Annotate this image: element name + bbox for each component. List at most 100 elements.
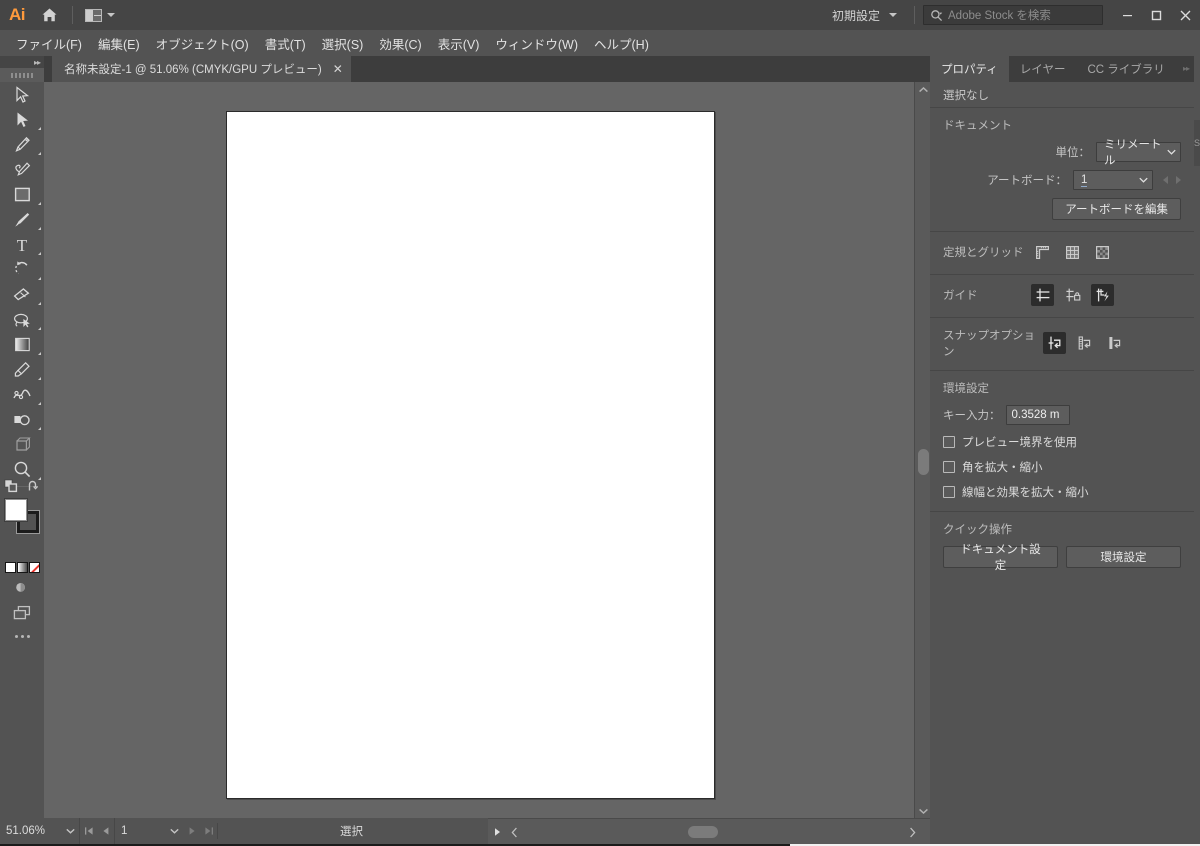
tool-flyout-indicator[interactable] <box>38 327 41 330</box>
horizontal-scrollbar-thumb[interactable] <box>688 826 718 838</box>
minimize-button[interactable] <box>1113 0 1142 30</box>
tab-layers[interactable]: レイヤー <box>1009 56 1077 82</box>
snap-to-grid-button[interactable] <box>1073 332 1096 354</box>
artboard-number-dropdown[interactable] <box>166 818 183 844</box>
document-setup-button[interactable]: ドキュメント設定 <box>943 544 1058 572</box>
screen-mode-button[interactable] <box>0 600 44 625</box>
fill-swatch[interactable] <box>5 499 27 521</box>
paintbrush-tool[interactable] <box>0 207 44 232</box>
no-color-button[interactable] <box>28 561 40 573</box>
maximize-button[interactable] <box>1142 0 1171 30</box>
scale-strokes-effects-checkbox[interactable]: 線幅と効果を拡大・縮小 <box>943 484 1181 500</box>
menu-object[interactable]: オブジェクト(O) <box>148 31 257 56</box>
scroll-left-icon[interactable] <box>506 819 522 845</box>
tool-flyout-indicator[interactable] <box>38 402 41 405</box>
show-transparency-grid-button[interactable] <box>1091 241 1114 263</box>
tool-flyout-indicator[interactable] <box>38 427 41 430</box>
rotate-tool[interactable] <box>0 257 44 282</box>
menu-window[interactable]: ウィンドウ(W) <box>487 31 586 56</box>
document-tab[interactable]: 名称未設定-1 @ 51.06% (CMYK/GPU プレビュー) ✕ <box>52 56 351 82</box>
menu-select[interactable]: 選択(S) <box>314 31 372 56</box>
tool-flyout-indicator[interactable] <box>38 227 41 230</box>
zoom-level-field[interactable]: 51.06% <box>0 818 62 844</box>
eyedropper-tool[interactable] <box>0 357 44 382</box>
scroll-right-icon[interactable] <box>904 819 920 845</box>
menu-edit[interactable]: 編集(E) <box>90 31 148 56</box>
arrange-documents-button[interactable] <box>81 4 119 26</box>
artboard-select[interactable]: 1 <box>1073 170 1153 190</box>
home-icon[interactable] <box>34 0 64 30</box>
flat-color-button[interactable] <box>4 561 16 573</box>
curvature-tool[interactable] <box>0 157 44 182</box>
scroll-up-icon[interactable] <box>915 82 931 97</box>
tool-flyout-indicator[interactable] <box>38 127 41 130</box>
tool-flyout-indicator[interactable] <box>38 377 41 380</box>
menu-type[interactable]: 書式(T) <box>257 31 314 56</box>
tools-panel-grip[interactable] <box>0 68 44 82</box>
scroll-down-icon[interactable] <box>915 803 931 818</box>
menu-help[interactable]: ヘルプ(H) <box>586 31 657 56</box>
prev-artboard-icon[interactable] <box>97 818 114 844</box>
last-artboard-icon[interactable] <box>200 818 217 844</box>
menu-effect[interactable]: 効果(C) <box>371 31 429 56</box>
close-icon[interactable]: ✕ <box>333 63 343 75</box>
prev-arrow-icon[interactable] <box>1163 176 1168 184</box>
blend-tool[interactable] <box>0 382 44 407</box>
direct-selection-tool[interactable] <box>0 107 44 132</box>
canvas-area[interactable] <box>44 82 930 818</box>
next-artboard-icon[interactable] <box>183 818 200 844</box>
lasso-scale-tool[interactable] <box>0 307 44 332</box>
tool-flyout-indicator[interactable] <box>38 202 41 205</box>
status-text[interactable]: 選択 <box>217 823 485 839</box>
default-fill-stroke-icon[interactable] <box>4 479 18 493</box>
preferences-button[interactable]: 環境設定 <box>1066 546 1181 568</box>
tab-properties[interactable]: プロパティ <box>930 56 1009 82</box>
menu-view[interactable]: 表示(V) <box>430 31 488 56</box>
smart-guides-button[interactable] <box>1091 284 1114 306</box>
next-arrow-icon[interactable] <box>1176 176 1181 184</box>
tool-flyout-indicator[interactable] <box>38 352 41 355</box>
tool-flyout-indicator[interactable] <box>38 302 41 305</box>
tab-cc-libraries[interactable]: CC ライブラリ <box>1076 56 1175 82</box>
swap-fill-stroke-icon[interactable] <box>27 480 40 493</box>
show-rulers-button[interactable] <box>1031 241 1054 263</box>
eraser-tool[interactable] <box>0 282 44 307</box>
edit-toolbar-button[interactable] <box>0 625 44 647</box>
scale-corners-checkbox[interactable]: 角を拡大・縮小 <box>943 459 1181 475</box>
type-tool[interactable]: T <box>0 232 44 257</box>
snap-to-pixel-button[interactable] <box>1103 332 1126 354</box>
vertical-scrollbar[interactable] <box>914 82 930 818</box>
key-input-field[interactable]: 0.3528 m <box>1005 405 1070 425</box>
collapse-panel-icon[interactable]: ▸▸ <box>34 58 41 67</box>
stock-search-input[interactable]: Adobe Stock を検索 <box>923 5 1103 25</box>
unit-select[interactable]: ミリメートル <box>1096 139 1181 167</box>
zoom-level-dropdown[interactable] <box>62 818 79 844</box>
artboard[interactable] <box>226 111 715 799</box>
free-transform-tool[interactable] <box>0 432 44 457</box>
menu-file[interactable]: ファイル(F) <box>8 31 90 56</box>
show-grid-button[interactable] <box>1061 241 1084 263</box>
shape-builder-tool[interactable] <box>0 407 44 432</box>
tool-flyout-indicator[interactable] <box>38 152 41 155</box>
tool-flyout-indicator[interactable] <box>38 277 41 280</box>
collapse-panel-icon[interactable]: ▸▸ <box>1183 64 1190 73</box>
show-guides-button[interactable] <box>1031 284 1054 306</box>
pen-tool[interactable] <box>0 132 44 157</box>
artboard-number-field[interactable]: 1 <box>114 818 166 844</box>
workspace-switcher[interactable]: 初期設定 <box>823 3 906 27</box>
status-menu-icon[interactable] <box>488 819 506 845</box>
close-button[interactable] <box>1171 0 1200 30</box>
use-preview-bounds-checkbox[interactable]: プレビュー境界を使用 <box>943 434 1181 450</box>
stock-panel-edge[interactable]: S <box>1194 120 1200 166</box>
edit-artboard-button[interactable]: アートボードを編集 <box>1052 198 1181 220</box>
lock-guides-button[interactable] <box>1061 284 1084 306</box>
horizontal-scrollbar[interactable] <box>488 818 930 844</box>
first-artboard-icon[interactable] <box>80 818 97 844</box>
gradient-color-button[interactable] <box>16 561 28 573</box>
snap-to-point-button[interactable] <box>1043 332 1066 354</box>
tool-flyout-indicator[interactable] <box>38 252 41 255</box>
vertical-scrollbar-thumb[interactable] <box>918 449 929 475</box>
rectangle-tool[interactable] <box>0 182 44 207</box>
selection-tool[interactable] <box>0 82 44 107</box>
drawing-mode-button[interactable] <box>0 575 44 600</box>
